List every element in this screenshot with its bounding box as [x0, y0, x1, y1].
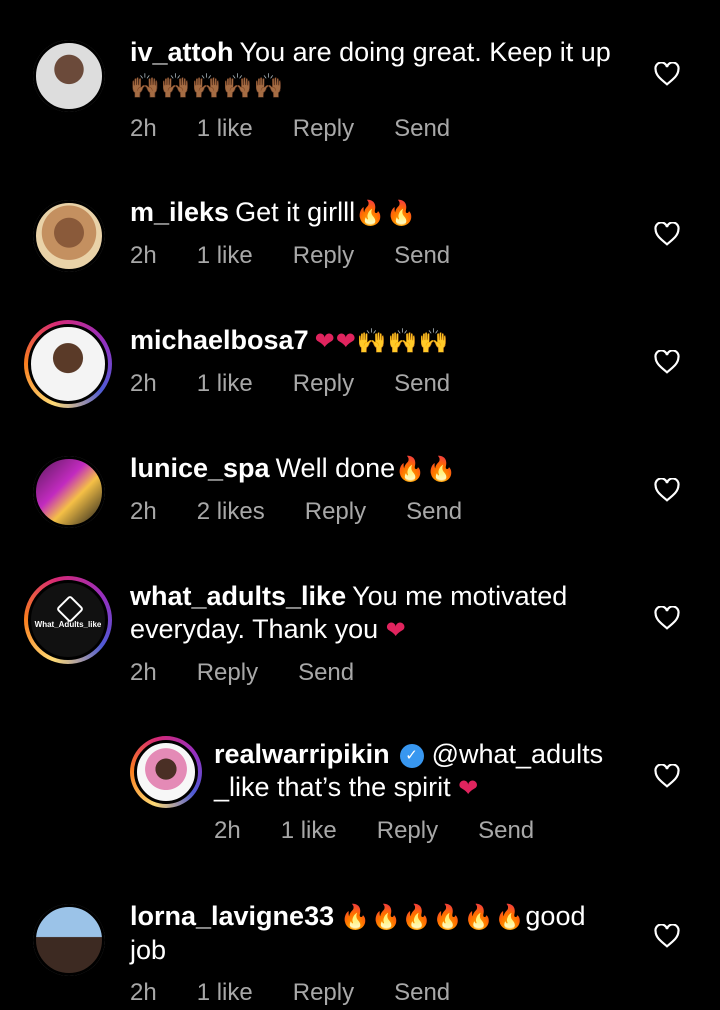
- reply-button[interactable]: Reply: [377, 817, 438, 845]
- comment-meta: 2h 1 like Reply Send: [130, 370, 630, 398]
- send-button[interactable]: Send: [298, 659, 354, 687]
- comment-text: m_ileks Get it girlll🔥🔥: [130, 196, 630, 230]
- comment-meta: 2h Reply Send: [130, 659, 610, 687]
- timestamp: 2h: [130, 979, 157, 1006]
- timestamp: 2h: [130, 370, 157, 397]
- comment-emojis: 🙌🏾🙌🏾🙌🏾🙌🏾🙌🏾: [130, 72, 285, 100]
- comment-body: You are doing great. Keep it up: [239, 37, 611, 67]
- avatar[interactable]: [24, 320, 112, 408]
- comment-meta: 2h 1 like Reply Send: [130, 979, 610, 1007]
- comment-text: realwarripikin ✓ @what_adults _like that’s…: [214, 738, 614, 805]
- comment-text: michaelbosa7 ❤❤🙌🙌🙌: [130, 324, 630, 358]
- heart-outline-icon[interactable]: [654, 764, 680, 788]
- heart-outline-icon[interactable]: [654, 222, 680, 246]
- heart-outline-icon[interactable]: [654, 924, 680, 948]
- send-button[interactable]: Send: [478, 817, 534, 845]
- comment-text: lunice_spa Well done🔥🔥: [130, 452, 630, 486]
- send-button[interactable]: Send: [394, 370, 450, 398]
- heart-outline-icon[interactable]: [654, 62, 680, 86]
- likes-count[interactable]: 1 like: [197, 115, 253, 143]
- comment-text: iv_attoh You are doing great. Keep it up 🙌…: [130, 36, 630, 103]
- username[interactable]: michaelbosa7: [130, 325, 309, 355]
- likes-count[interactable]: 1 like: [197, 979, 253, 1007]
- likes-count[interactable]: 1 like: [281, 817, 337, 845]
- comment-emojis: 🔥🔥: [355, 199, 417, 227]
- reply-button[interactable]: Reply: [293, 370, 354, 398]
- verified-badge-icon: ✓: [399, 743, 424, 768]
- send-button[interactable]: Send: [394, 242, 450, 270]
- comment-body: Well done: [275, 453, 396, 483]
- send-button[interactable]: Send: [406, 498, 462, 526]
- heart-outline-icon[interactable]: [654, 478, 680, 502]
- avatar[interactable]: [130, 736, 202, 808]
- comment-meta: 2h 1 like Reply Send: [214, 817, 614, 845]
- username[interactable]: m_ileks: [130, 197, 229, 227]
- reply-button[interactable]: Reply: [293, 979, 354, 1007]
- reply-button[interactable]: Reply: [305, 498, 366, 526]
- likes-count[interactable]: 1 like: [197, 370, 253, 398]
- comment-meta: 2h 2 likes Reply Send: [130, 498, 630, 526]
- reply-button[interactable]: Reply: [293, 115, 354, 143]
- username[interactable]: what_adults_like: [130, 581, 346, 611]
- timestamp: 2h: [130, 242, 157, 269]
- comment-emojis: 🔥🔥🔥🔥🔥🔥: [340, 903, 526, 931]
- comment-emojis: 🔥🔥: [395, 455, 457, 483]
- avatar[interactable]: [33, 456, 105, 528]
- reply-button[interactable]: Reply: [197, 659, 258, 687]
- timestamp: 2h: [130, 498, 157, 525]
- comment-emojis: ❤: [458, 774, 480, 802]
- username[interactable]: iv_attoh: [130, 37, 234, 67]
- comment-meta: 2h 1 like Reply Send: [130, 242, 630, 270]
- username[interactable]: lunice_spa: [130, 453, 270, 483]
- avatar[interactable]: [33, 40, 105, 112]
- heart-outline-icon[interactable]: [654, 606, 680, 630]
- avatar[interactable]: [33, 904, 105, 976]
- username[interactable]: lorna_lavigne33: [130, 901, 334, 931]
- likes-count[interactable]: 2 likes: [197, 498, 265, 526]
- send-button[interactable]: Send: [394, 115, 450, 143]
- comment-emojis: ❤❤🙌🙌🙌: [314, 327, 450, 355]
- comment-text: what_adults_like You me motivated everyda…: [130, 580, 610, 647]
- heart-outline-icon[interactable]: [654, 350, 680, 374]
- timestamp: 2h: [130, 115, 157, 142]
- comment-body: Get it girlll: [235, 197, 356, 227]
- send-button[interactable]: Send: [394, 979, 450, 1007]
- comment-meta: 2h 1 like Reply Send: [130, 115, 630, 143]
- avatar-logo-text: What_Adults_like: [34, 620, 102, 629]
- avatar[interactable]: What_Adults_like: [24, 576, 112, 664]
- reply-button[interactable]: Reply: [293, 242, 354, 270]
- avatar[interactable]: [33, 200, 105, 272]
- comment-emojis: ❤: [385, 616, 407, 644]
- timestamp: 2h: [130, 659, 157, 686]
- username[interactable]: realwarripikin: [214, 739, 390, 769]
- comment-text: lorna_lavigne33 🔥🔥🔥🔥🔥🔥good job: [130, 900, 610, 967]
- likes-count[interactable]: 1 like: [197, 242, 253, 270]
- timestamp: 2h: [214, 817, 241, 844]
